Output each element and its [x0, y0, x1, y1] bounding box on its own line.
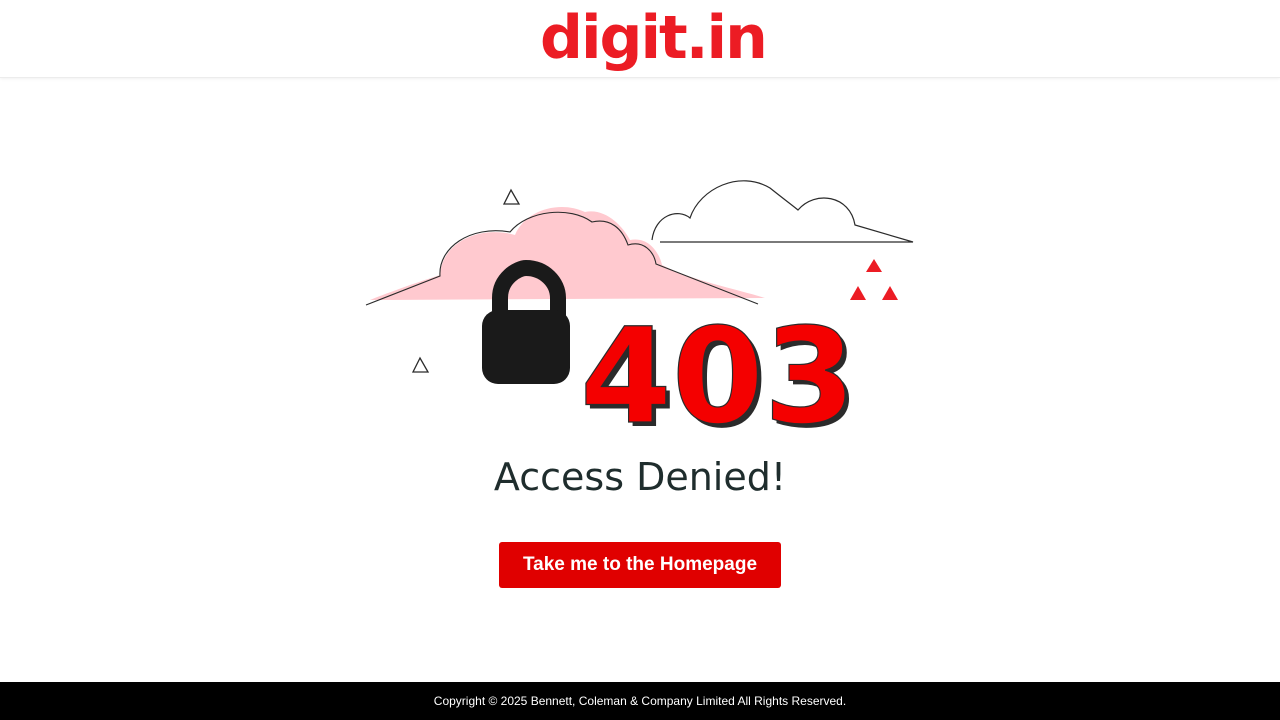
triangle-red-right-icon [882, 286, 898, 300]
homepage-button[interactable]: Take me to the Homepage [499, 542, 781, 588]
error-code-text: 403 [580, 300, 856, 440]
access-denied-illustration: 403 403 [360, 170, 920, 458]
digit-logo[interactable]: digit.in [540, 6, 768, 70]
cloud-pink-icon [370, 206, 765, 300]
triangle-outline-left-icon [411, 356, 430, 373]
site-header: digit.in [0, 0, 1280, 78]
triangle-red-top-icon [866, 259, 882, 272]
site-footer: Copyright © 2025 Bennett, Coleman & Comp… [0, 682, 1280, 720]
illustration-svg: 403 403 [365, 180, 914, 458]
triangle-outline-top-icon [502, 188, 521, 205]
triangle-red-left-icon [850, 286, 866, 300]
error-code-403: 403 403 [579, 299, 859, 458]
copyright-text: Copyright © 2025 Bennett, Coleman & Comp… [433, 694, 847, 708]
cloud-outline-right-icon [651, 180, 914, 243]
page-title: Access Denied! [493, 455, 787, 499]
